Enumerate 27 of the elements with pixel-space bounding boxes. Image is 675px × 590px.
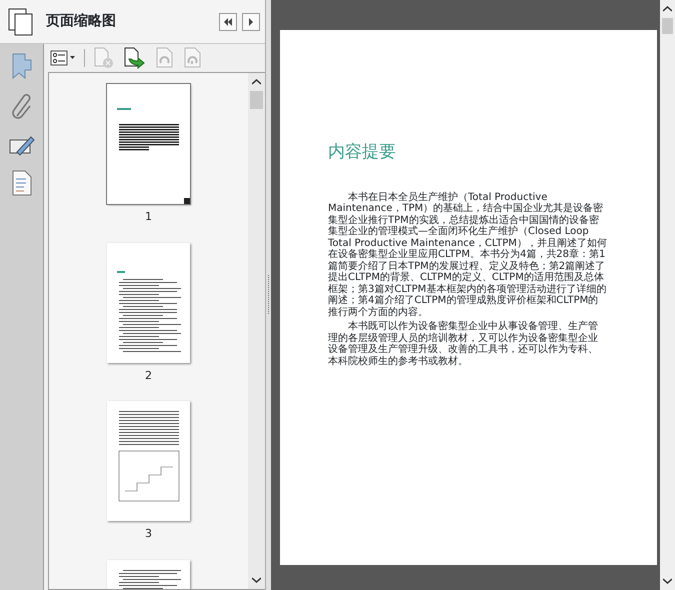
expand-button[interactable] [242,12,260,30]
right-arrow-icon [247,18,256,26]
page-icon[interactable] [12,170,32,196]
panel-title: 页面缩略图 [46,12,117,31]
scroll-down-icon[interactable] [252,577,262,583]
collapse-button[interactable] [219,12,238,30]
insert-page-icon[interactable] [123,47,147,69]
document-paragraph: 本书在日本全员生产维护（Total Productive Maintenance，TPM）的基础上，结合中国企业尤其是设备密集型企业推行TPM的实践，总结提炼出适合中国国情的设备密集型企业的管理模式—全面闭环化生产维护（Closed Loop Total Productive Maintenance，CLTPM），并且阐述了如何在设备密集型企业里应用CLTPM。本书分为4篇，共28章：第1篇简要介绍了日本TPM的发展过程、定义及特色；第2篇阐述了提出CLTPM的背景、CLTPM的定义、CLTPM的适用范围及总体框架；第3篇对CLTPM基本框架内的各项管理活动进行了详细的阐述；第4篇介绍了CLTPM的管理成熟度评价框架和CLTPM的推行两个方面的内容。 [328,192,607,318]
scroll-down-icon[interactable] [663,578,672,584]
splitter-grip-icon[interactable] [267,275,270,315]
scrollbar-thumb[interactable] [250,91,264,109]
scroll-up-icon[interactable] [663,6,672,12]
page-number: 2 [145,368,152,384]
document-heading: 内容提要 [328,141,397,164]
page-number: 1 [145,209,152,225]
document-paragraph: 本书既可以作为设备密集型企业中从事设备管理、生产管理的各层级管理人员的培训教材，又可以作为设备密集型企业设备管理及生产管理升级、改善的工具书，还可以作为专科、本科院校师生的参考书或教材。 [328,321,599,367]
pages-icon [8,8,34,36]
page-thumbnail[interactable] [107,242,190,362]
scroll-up-icon[interactable] [252,79,262,85]
double-left-arrow-icon [223,18,234,26]
page-number: 3 [145,526,152,542]
page-thumbnail[interactable] [107,401,190,521]
scrollbar-thumb[interactable] [662,18,673,34]
options-icon[interactable] [50,50,76,66]
signature-icon[interactable] [8,134,34,156]
paperclip-icon[interactable] [10,94,32,120]
page-thumbnail[interactable] [107,84,190,204]
